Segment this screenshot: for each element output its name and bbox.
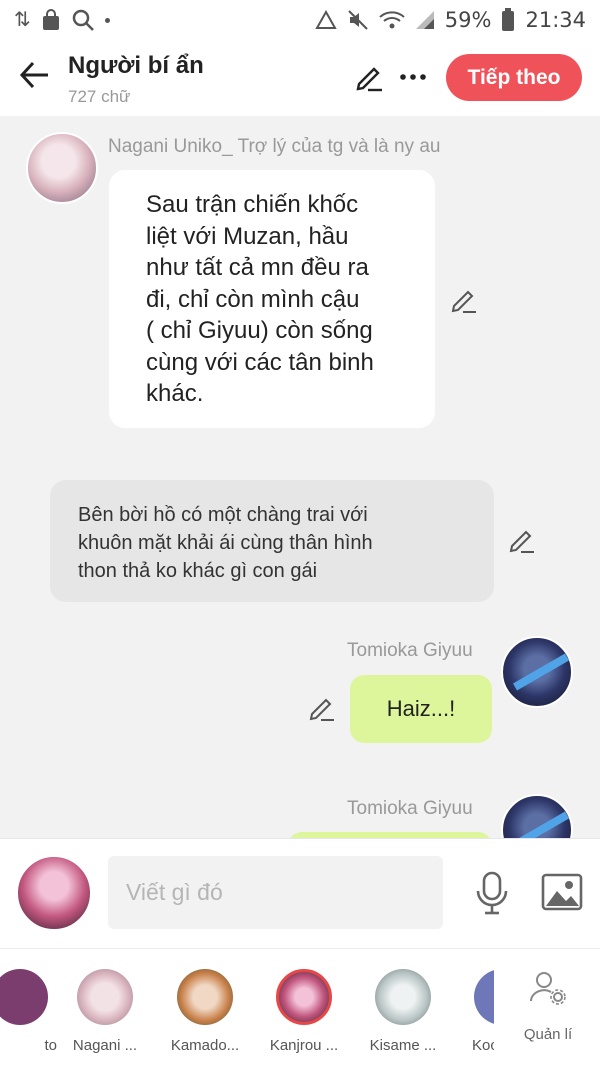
edit-icon[interactable] [354,62,384,92]
chat-area[interactable]: Nagani Uniko_ Trợ lý của tg và là ny au … [0,116,600,838]
sender-avatar[interactable] [26,132,98,204]
sender-name: Nagani Uniko_ Trợ lý của tg và là ny au [108,136,441,157]
sender-name: Tomioka Giyuu [347,640,473,661]
message-bubble[interactable]: Sau trận chiến khốc liệt với Muzan, hầu … [109,170,435,428]
signal-icon [415,11,434,29]
message-line: liệt với Muzan, hầu [146,222,349,250]
message-input[interactable] [108,856,443,929]
character-avatar [177,969,233,1025]
message-line: ( chỉ Giyuu) còn sống [146,317,373,344]
message-line: như tất cả mn đều ra [146,254,369,281]
narration-bubble[interactable]: Bên bời hồ có một chàng trai với khuôn m… [50,480,494,602]
character-name: Kisame ... [369,1037,437,1054]
character-name: Koc [472,1037,494,1054]
recycle-icon [315,10,337,29]
search-icon [72,9,94,31]
wifi-icon [379,11,405,29]
character-item[interactable]: Kanjrou ... [249,969,359,1054]
narration-line: khuôn mặt khải ái cùng thân hình [78,532,373,554]
character-avatar [474,969,494,1025]
narration-line: thon thả ko khác gì con gái [78,560,318,582]
sender-name: Tomioka Giyuu [347,798,473,819]
message-line: Sau trận chiến khốc [146,191,359,218]
manage-label: Quản lí [523,1026,573,1043]
character-name: Kamado... [170,1037,240,1054]
character-item[interactable]: Koc [448,969,494,1054]
battery-percent: 59% [444,8,492,32]
character-avatar [0,969,48,1025]
sender-avatar[interactable] [501,794,573,838]
transfer-icon: ⇅ [14,9,31,31]
sender-avatar[interactable] [501,636,573,708]
status-right: 59% 21:34 [315,8,586,32]
character-item[interactable]: Kisame ... [348,969,458,1054]
user-settings-icon [530,972,566,1005]
self-message-bubble[interactable]: Haiz...! [350,675,492,743]
back-arrow-icon[interactable] [18,58,52,92]
next-button[interactable]: Tiếp theo [446,54,582,101]
shopping-bag-icon [42,9,59,30]
current-character-avatar[interactable] [16,855,92,931]
clock: 21:34 [525,8,586,32]
message-line: khác. [146,380,204,407]
message-line: đi, chỉ còn mình cậu [146,285,360,313]
character-item[interactable]: Kamado... [150,969,260,1054]
edit-message-icon[interactable] [508,526,536,554]
character-avatar [375,969,431,1025]
character-name: Nagani ... [72,1037,138,1054]
edit-message-icon[interactable] [450,286,478,314]
character-bar: to Nagani ... Kamado... Kanjrou ... Kisa… [0,948,600,1067]
input-bar [0,838,600,948]
character-item[interactable]: Nagani ... [50,969,160,1054]
status-bar: ⇅ 59% 21:34 [0,0,600,40]
header: Người bí ẩn 727 chữ Tiếp theo [0,40,600,116]
edit-message-icon[interactable] [308,694,336,722]
word-count: 727 chữ [68,87,131,106]
status-left: ⇅ [14,8,110,32]
battery-icon [502,8,515,31]
character-avatar [77,969,133,1025]
mute-icon [348,10,368,30]
story-title: Người bí ẩn [68,52,204,79]
narration-line: Bên bời hồ có một chàng trai với [78,504,368,526]
more-options-icon[interactable] [398,62,428,92]
image-icon[interactable] [541,873,583,911]
message-line: cùng với các tân binh [146,348,374,376]
notification-dot-icon [104,17,110,23]
microphone-icon[interactable] [475,871,509,915]
character-name: Kanjrou ... [269,1037,339,1054]
character-avatar [276,969,332,1025]
manage-characters-button[interactable]: Quản lí [512,969,584,1043]
